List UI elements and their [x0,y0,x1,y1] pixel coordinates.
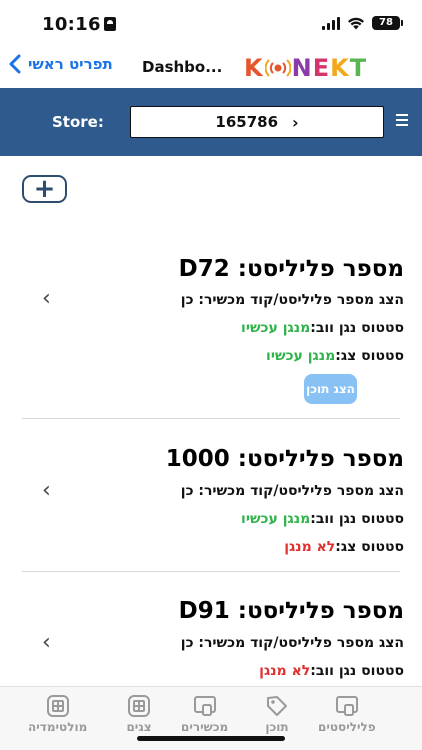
chevron-left-icon [9,54,21,74]
status-value: לא מנגן [259,663,311,679]
id-card-icon [103,17,116,31]
chevron-left-icon[interactable]: ‹ [42,286,51,311]
broadcast-icon [264,59,291,77]
status-icons: 78 [322,16,403,30]
tab-content[interactable]: תוכן [264,693,290,734]
web-player-status: סטטוס נגן ווב:מנגן עכשיו [241,320,404,336]
status-value: מנגן עכשיו [266,348,336,364]
devices-icon [193,696,216,716]
clock-text: 10:16 [42,14,101,35]
playlist-title: מספר פליליסט: D91 [178,598,404,624]
screen-status: סטטוס צג:מנגן עכשיו [266,348,404,364]
konekt-logo: K NEKT [244,54,368,82]
menu-icon[interactable] [396,114,408,126]
home-indicator [137,736,285,741]
tab-devices[interactable]: מכשירים [181,693,228,734]
web-player-status: סטטוס נגן ווב:לא מנגן [259,663,404,679]
nav-bar: תפריט ראשי Dashbo... K NEKT [0,46,422,88]
battery-icon: 78 [372,16,403,30]
status-value: מנגן עכשיו [241,320,311,336]
store-header: Store: 165786 › [0,88,422,156]
chevron-left-icon[interactable]: ‹ [42,630,51,655]
playlist-code-line: הצג מספר פליליסט/קוד מכשיר: כן [180,635,404,651]
show-content-button[interactable]: הצג תוכן [304,374,357,404]
store-selector[interactable]: 165786 › [130,106,384,138]
playlist-title: מספר פליליסט: 1000 [165,446,404,472]
cellular-signal-icon [322,16,340,30]
screens-icon [128,695,150,717]
status-value: מנגן עכשיו [241,511,311,527]
store-value: 165786 [215,113,279,131]
chevron-right-icon: › [292,112,299,132]
add-playlist-button[interactable]: + [22,175,67,203]
playlist-icon [335,696,358,716]
tab-multimedia[interactable]: מולטימדיה [28,693,87,734]
divider [22,571,400,572]
store-label: Store: [52,113,104,131]
divider [22,418,400,419]
chevron-left-icon[interactable]: ‹ [42,478,51,503]
playlist-code-line: הצג מספר פליליסט/קוד מכשיר: כן [180,292,404,308]
screen-status: סטטוס צג:לא מנגן [284,539,404,555]
status-value: לא מנגן [284,539,336,555]
multimedia-icon [46,695,69,717]
tab-playlists[interactable]: פליליסטים [318,693,376,734]
tab-screens[interactable]: צגים [126,693,152,734]
back-button[interactable]: תפריט ראשי [8,54,113,74]
playlist-title: מספר פליליסט: D72 [178,256,404,282]
wifi-icon [348,17,364,29]
nav-title: Dashbo... [142,58,223,76]
status-time: 10:16 [42,14,116,35]
content-tag-icon [267,696,287,716]
playlist-code-line: הצג מספר פליליסט/קוד מכשיר: כן [180,483,404,499]
web-player-status: סטטוס נגן ווב:מנגן עכשיו [241,511,404,527]
status-bar: 10:16 78 [0,0,422,46]
back-button-label: תפריט ראשי [28,55,113,73]
